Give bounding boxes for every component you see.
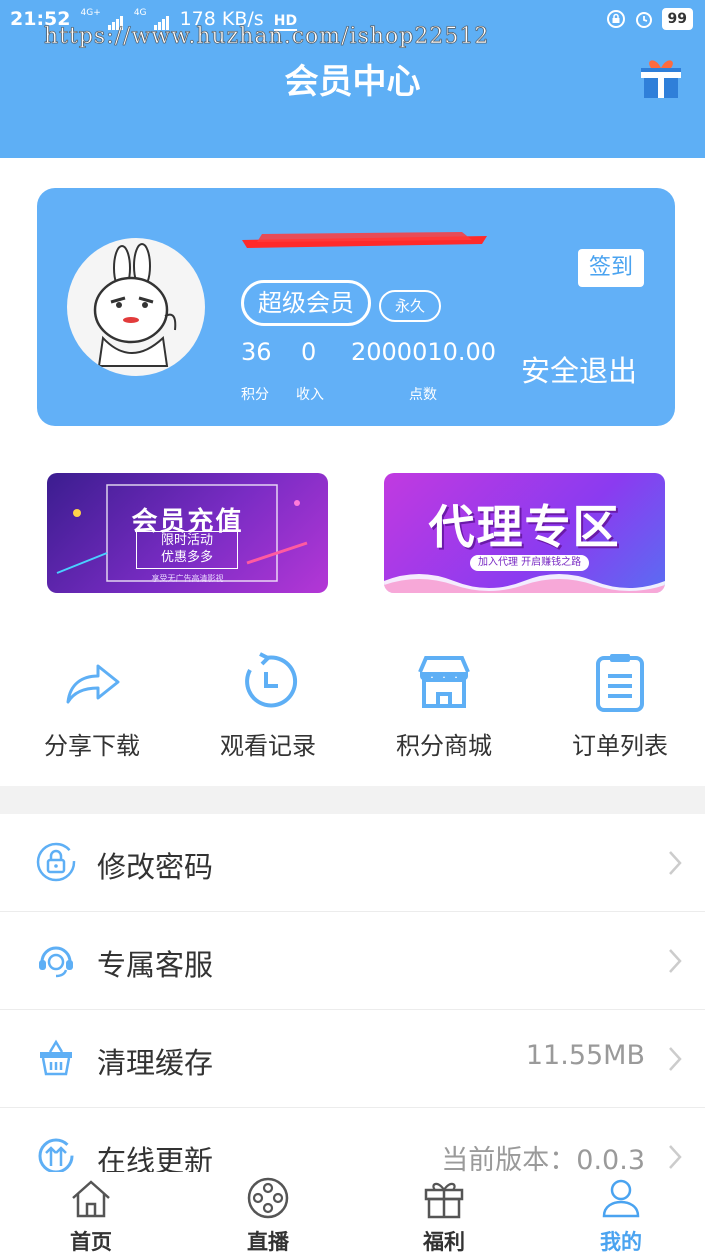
basket-icon bbox=[40, 1039, 72, 1076]
bottom-tabbar: 首页 直播 福利 我的 bbox=[0, 1172, 705, 1256]
credits-label: 点数 bbox=[409, 387, 437, 403]
income-value: 0 bbox=[301, 338, 317, 366]
watermark-text: https://www.huzhan.com/ishop22512 bbox=[44, 24, 490, 50]
content-area: 超级会员 永久 签到 36 0 2000010.00 积分 收入 点数 安全退出… bbox=[0, 158, 705, 786]
quick-orders[interactable]: 订单列表 bbox=[550, 650, 690, 761]
member-level-badge: 超级会员 bbox=[241, 280, 371, 326]
chevron-right-icon bbox=[669, 1047, 682, 1071]
setting-customer-service[interactable]: 专属客服 bbox=[0, 912, 705, 1010]
member-duration-badge: 永久 bbox=[379, 290, 442, 322]
logout-button[interactable]: 安全退出 bbox=[521, 348, 637, 390]
network-type-2: 4G bbox=[133, 8, 147, 18]
setting-change-password[interactable]: 修改密码 bbox=[0, 814, 705, 912]
chevron-right-icon bbox=[669, 949, 682, 973]
setting-label: 专属客服 bbox=[97, 948, 214, 982]
promo-line-2: 优惠多多 bbox=[160, 550, 213, 565]
quick-store[interactable]: 积分商城 bbox=[374, 650, 514, 761]
gift-icon bbox=[424, 1182, 464, 1219]
quick-store-label: 积分商城 bbox=[396, 732, 492, 760]
battery-icon: 99 bbox=[661, 8, 693, 30]
home-icon bbox=[72, 1180, 110, 1218]
avatar[interactable] bbox=[67, 238, 205, 376]
rabbit-avatar-icon bbox=[93, 243, 177, 367]
quick-share-label: 分享下载 bbox=[44, 732, 140, 760]
tab-welfare[interactable]: 福利 bbox=[384, 1176, 504, 1256]
network-type-1: 4G+ bbox=[80, 8, 101, 18]
share-icon bbox=[66, 664, 120, 704]
tab-live-label: 直播 bbox=[247, 1230, 289, 1254]
user-icon bbox=[602, 1179, 640, 1218]
signin-button[interactable]: 签到 bbox=[578, 249, 644, 287]
tab-home[interactable]: 首页 bbox=[31, 1176, 151, 1256]
tab-welfare-label: 福利 bbox=[423, 1230, 465, 1254]
gift-icon[interactable] bbox=[637, 52, 685, 100]
tab-home-label: 首页 bbox=[70, 1230, 112, 1254]
tab-live[interactable]: 直播 bbox=[208, 1176, 328, 1256]
wave-decoration bbox=[384, 574, 665, 593]
page-title: 会员中心 bbox=[284, 62, 421, 102]
quick-share[interactable]: 分享下载 bbox=[22, 650, 162, 761]
history-icon bbox=[245, 652, 298, 708]
tab-mine[interactable]: 我的 bbox=[561, 1176, 681, 1256]
chevron-right-icon bbox=[669, 1145, 682, 1169]
lock-icon bbox=[36, 842, 76, 882]
promo-line-1: 限时活动 bbox=[160, 533, 213, 548]
agent-banner[interactable]: 代理专区 加入代理 开启赚钱之路 bbox=[384, 473, 665, 593]
headset-icon bbox=[39, 946, 73, 978]
status-right: 99 bbox=[606, 8, 693, 30]
recharge-banner-promo: 限时活动 优惠多多 bbox=[136, 531, 238, 569]
points-label: 积分 bbox=[241, 387, 269, 403]
header: 21:52 4G+ 4G 178 KB/s HD 99 https://www.… bbox=[0, 0, 705, 158]
cache-size: 11.55MB bbox=[525, 1040, 645, 1071]
credits-value: 2000010.00 bbox=[351, 338, 497, 366]
store-icon bbox=[418, 656, 470, 708]
settings-list: 修改密码 专属客服 清理缓存 11.55MB 在线更新 当前版本：0.0.3 bbox=[0, 814, 705, 1206]
quick-history[interactable]: 观看记录 bbox=[198, 650, 338, 761]
setting-label: 修改密码 bbox=[97, 850, 214, 884]
update-icon bbox=[38, 1138, 74, 1174]
chevron-right-icon bbox=[669, 851, 682, 875]
points-value: 36 bbox=[241, 338, 272, 366]
quick-orders-label: 订单列表 bbox=[572, 732, 668, 760]
order-list-icon bbox=[596, 654, 644, 712]
lock-rotation-icon bbox=[606, 10, 625, 28]
agent-banner-title: 代理专区 bbox=[428, 500, 621, 554]
recharge-banner[interactable]: 会员充值 限时活动 优惠多多 享受无广告高清影视 bbox=[47, 473, 328, 593]
film-reel-icon bbox=[247, 1177, 289, 1219]
setting-label: 清理缓存 bbox=[97, 1046, 214, 1080]
redacted-phone bbox=[242, 232, 487, 248]
income-label: 收入 bbox=[296, 387, 324, 403]
member-card: 超级会员 永久 签到 36 0 2000010.00 积分 收入 点数 安全退出 bbox=[37, 188, 675, 426]
quick-history-label: 观看记录 bbox=[220, 732, 316, 760]
alarm-icon bbox=[635, 12, 652, 28]
setting-clear-cache[interactable]: 清理缓存 11.55MB bbox=[0, 1010, 705, 1108]
recharge-banner-footer: 享受无广告高清影视 bbox=[151, 574, 224, 583]
tab-mine-label: 我的 bbox=[600, 1230, 642, 1254]
